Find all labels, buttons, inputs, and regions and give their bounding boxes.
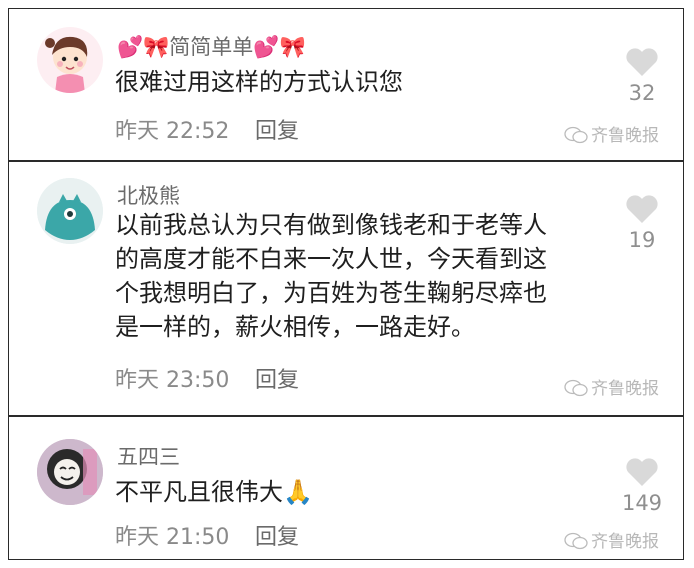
comment-username[interactable]: 五四三 [117, 441, 180, 471]
like-button[interactable]: 19 [612, 194, 672, 252]
comment-text-line: 很难过用这样的方式认识您 [115, 68, 403, 96]
comment-card: 💕🎀简简单单💕🎀 很难过用这样的方式认识您 昨天 22:52 回复 32 齐鲁晚… [8, 8, 684, 161]
comment-text-line: 个我想明白了，为百姓为苍生鞠躬尽瘁也 [115, 279, 547, 307]
reply-button[interactable]: 回复 [255, 519, 299, 551]
watermark-text: 齐鲁晚报 [591, 532, 659, 552]
avatar[interactable] [37, 178, 103, 244]
like-count: 19 [628, 228, 656, 252]
comment-timestamp: 昨天 22:52 [115, 119, 230, 144]
meme-face-avatar-icon [37, 439, 103, 505]
watermark-text: 齐鲁晚报 [591, 379, 659, 399]
comment-text-line: 不平凡且很伟大🙏 [115, 478, 313, 506]
comment-text-line: 的高度才能不白来一次人世，今天看到这 [115, 245, 547, 273]
reply-button[interactable]: 回复 [255, 113, 299, 145]
avatar[interactable] [37, 27, 103, 93]
wechat-icon [564, 379, 588, 397]
heart-icon [626, 48, 658, 76]
comment-card: 五四三 不平凡且很伟大🙏 昨天 21:50 回复 149 齐鲁晚报 [8, 416, 684, 560]
comment-timestamp: 昨天 23:50 [115, 368, 230, 393]
comment-text-line: 以前我总认为只有做到像钱老和于老等人 [115, 211, 547, 239]
like-button[interactable]: 32 [612, 47, 672, 105]
like-button[interactable]: 149 [612, 457, 672, 515]
watermark: 齐鲁晚报 [564, 527, 659, 552]
comment-text: 很难过用这样的方式认识您 [115, 65, 403, 99]
watermark: 齐鲁晚报 [564, 121, 659, 146]
comment-text: 不平凡且很伟大🙏 [115, 475, 313, 509]
watermark-text: 齐鲁晚报 [591, 126, 659, 146]
wechat-icon [564, 126, 588, 144]
comment-username[interactable]: 北极熊 [117, 180, 180, 210]
like-count: 149 [621, 491, 663, 515]
like-count: 32 [628, 81, 656, 105]
heart-icon [626, 458, 658, 486]
girl-avatar-icon [45, 36, 88, 93]
comment-timestamp: 昨天 21:50 [115, 525, 230, 550]
reply-button[interactable]: 回复 [255, 362, 299, 394]
teal-monster-avatar-icon [37, 178, 103, 244]
heart-icon [626, 195, 658, 223]
comment-text-line: 是一样的，薪火相传，一路走好。 [115, 313, 475, 341]
comment-text: 以前我总认为只有做到像钱老和于老等人 的高度才能不白来一次人世，今天看到这 个我… [115, 208, 547, 344]
avatar[interactable] [37, 439, 103, 505]
watermark: 齐鲁晚报 [564, 374, 659, 399]
comment-username[interactable]: 💕🎀简简单单💕🎀 [117, 31, 306, 61]
comment-card: 北极熊 以前我总认为只有做到像钱老和于老等人 的高度才能不白来一次人世，今天看到… [8, 161, 684, 416]
wechat-icon [564, 532, 588, 550]
